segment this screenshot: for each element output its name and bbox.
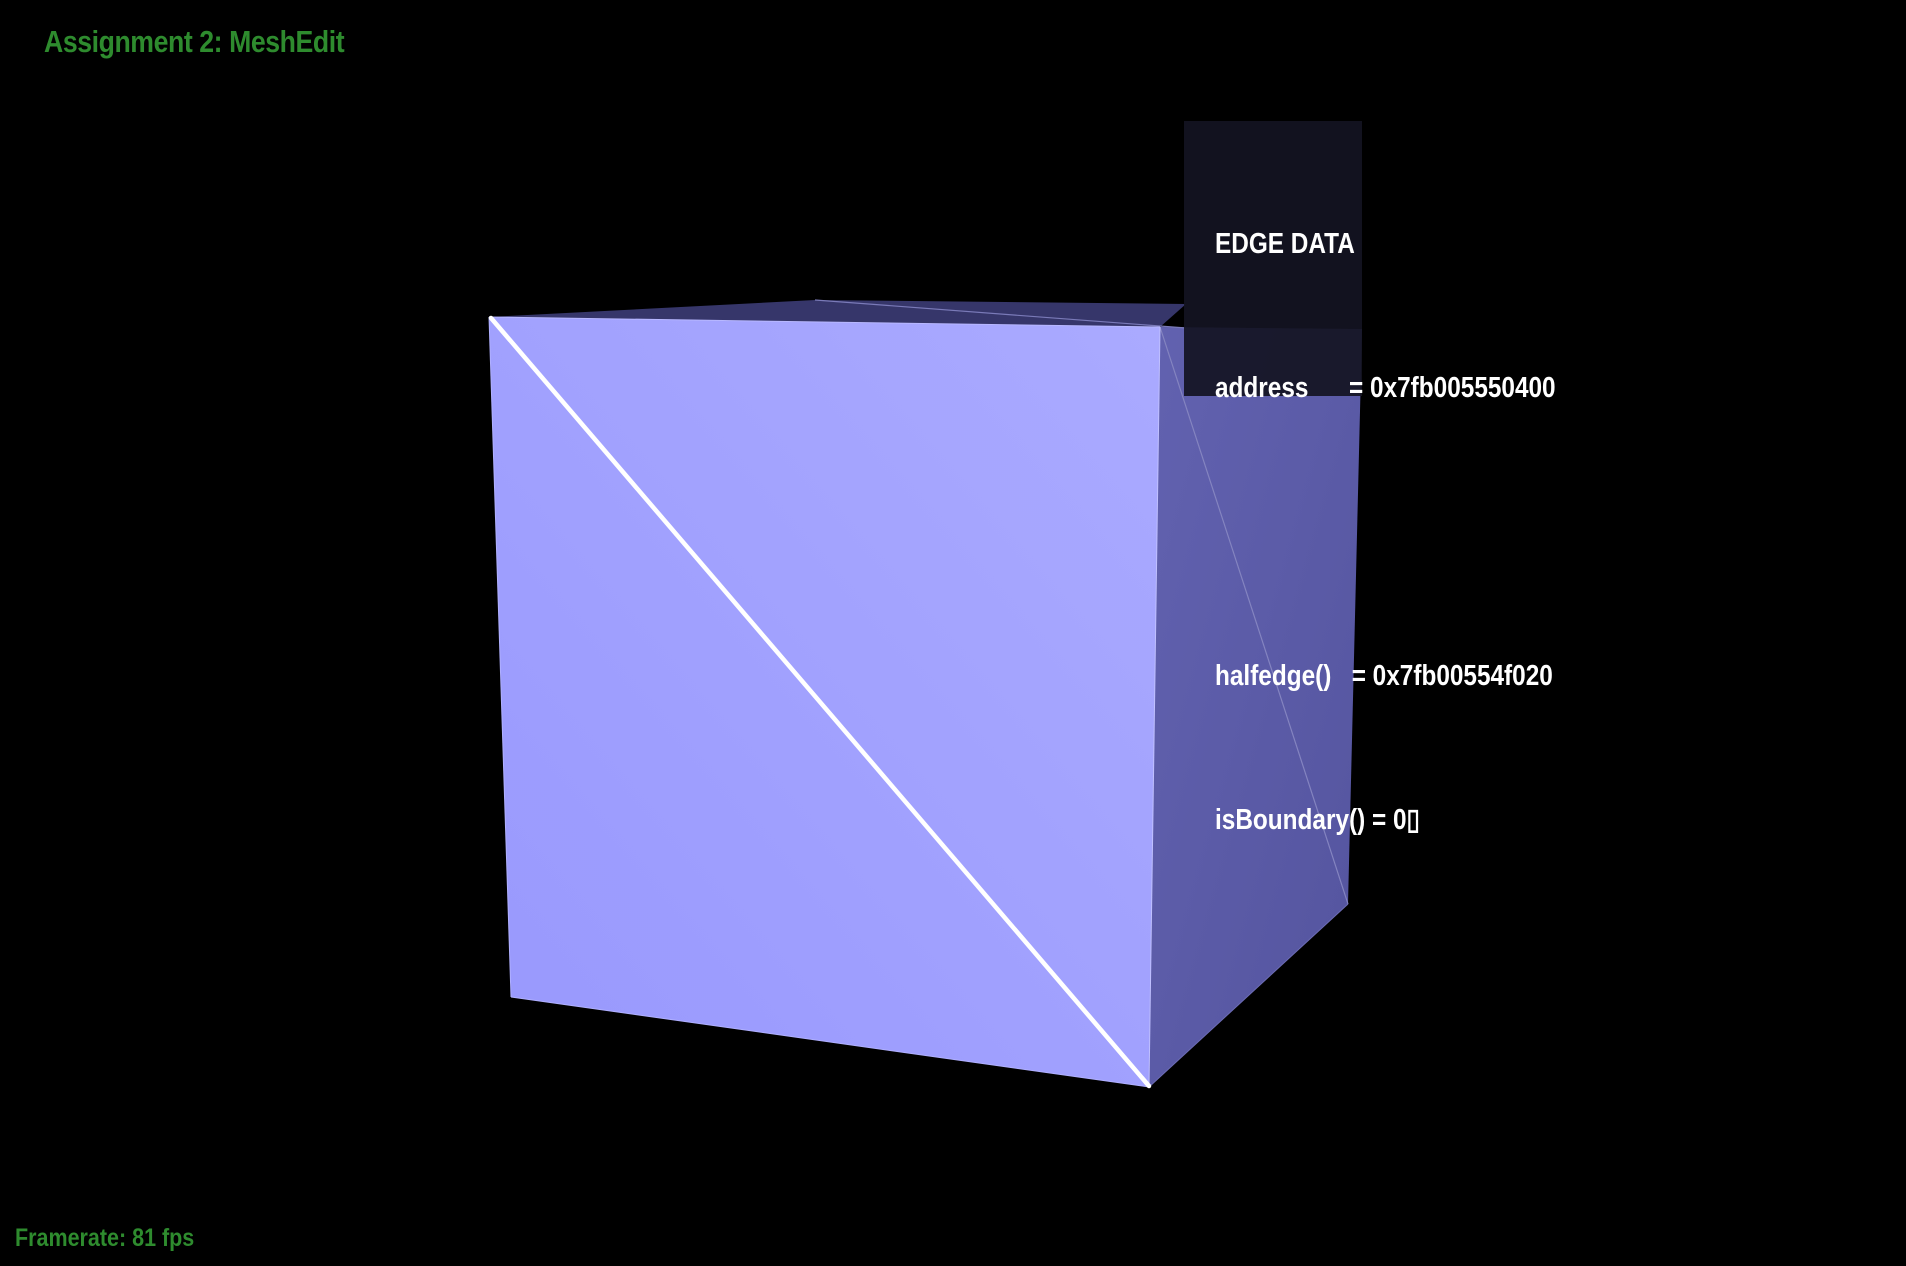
app-title: Assignment 2: MeshEdit: [44, 24, 345, 59]
edge-address: address = 0x7fb005550400: [1215, 372, 1556, 404]
mesh-canvas[interactable]: [0, 0, 1906, 1266]
edge-data-text: EDGE DATA address = 0x7fb005550400 halfe…: [1215, 124, 1556, 940]
framerate-readout: Framerate: 81 fps: [15, 1224, 195, 1252]
edge-is-boundary: isBoundary() = 0▯: [1215, 804, 1420, 836]
edge-data-heading: EDGE DATA: [1215, 228, 1355, 260]
edge-halfedge: halfedge() = 0x7fb00554f020: [1215, 660, 1553, 692]
mesh-viewport[interactable]: Assignment 2: MeshEdit EDGE DATA address…: [0, 0, 1906, 1266]
